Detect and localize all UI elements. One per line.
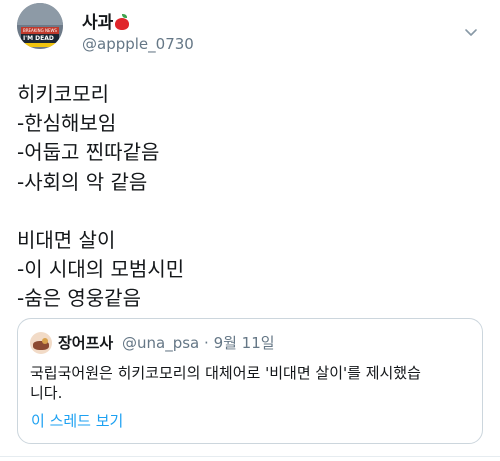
tweet-line: -이 시대의 모범시민 [17, 257, 185, 282]
header-separator: · [204, 334, 209, 352]
quoted-tweet-text: 국립국어원은 히키코모리의 대체어로 '비대면 살이'를 제시했습 니다. [30, 363, 470, 403]
tweet-line: 비대면 살이 [17, 227, 116, 252]
author-avatar[interactable]: BREAKING NEWS I'M DEAD [17, 3, 63, 49]
quoted-author-handle: @una_psa [121, 334, 200, 352]
tweet-line: -한심해보임 [17, 111, 117, 136]
tweet-line: 히키코모리 [17, 82, 109, 106]
author-display-name[interactable]: 사과 [82, 8, 130, 33]
chevron-down-icon[interactable] [464, 24, 478, 38]
apple-icon [115, 14, 130, 30]
quoted-text-line: 니다. [30, 384, 63, 402]
avatar-caption: I'M DEAD [21, 34, 59, 43]
show-thread-link[interactable]: 이 스레드 보기 [31, 410, 123, 431]
quoted-author-name: 장어프사 [58, 334, 114, 352]
avatar-background [17, 3, 63, 25]
tweet-line: -어둡고 찐따같음 [17, 140, 160, 165]
author-name-text: 사과 [82, 13, 114, 33]
author-handle[interactable]: @appple_0730 [82, 35, 194, 53]
tweet-line: -사회의 악 같음 [17, 169, 148, 194]
quoted-tweet-header: 장어프사 @una_psa · 9월 11일 [58, 332, 275, 353]
quoted-author-avatar [30, 332, 52, 354]
avatar-banner: BREAKING NEWS [21, 27, 59, 34]
quoted-text-line: 국립국어원은 히키코모리의 대체어로 '비대면 살이'를 제시했습 [30, 364, 421, 382]
quoted-tweet-card[interactable]: 장어프사 @una_psa · 9월 11일 국립국어원은 히키코모리의 대체어… [17, 318, 483, 444]
tweet-line: -숨은 영웅같음 [17, 286, 141, 311]
quoted-tweet-date: 9월 11일 [213, 334, 275, 352]
divider [0, 456, 500, 457]
avatar-stripe [21, 43, 59, 47]
tweet-text: 히키코모리 -한심해보임 -어둡고 찐따같음 -사회의 악 같음 비대면 살이 … [17, 80, 487, 314]
